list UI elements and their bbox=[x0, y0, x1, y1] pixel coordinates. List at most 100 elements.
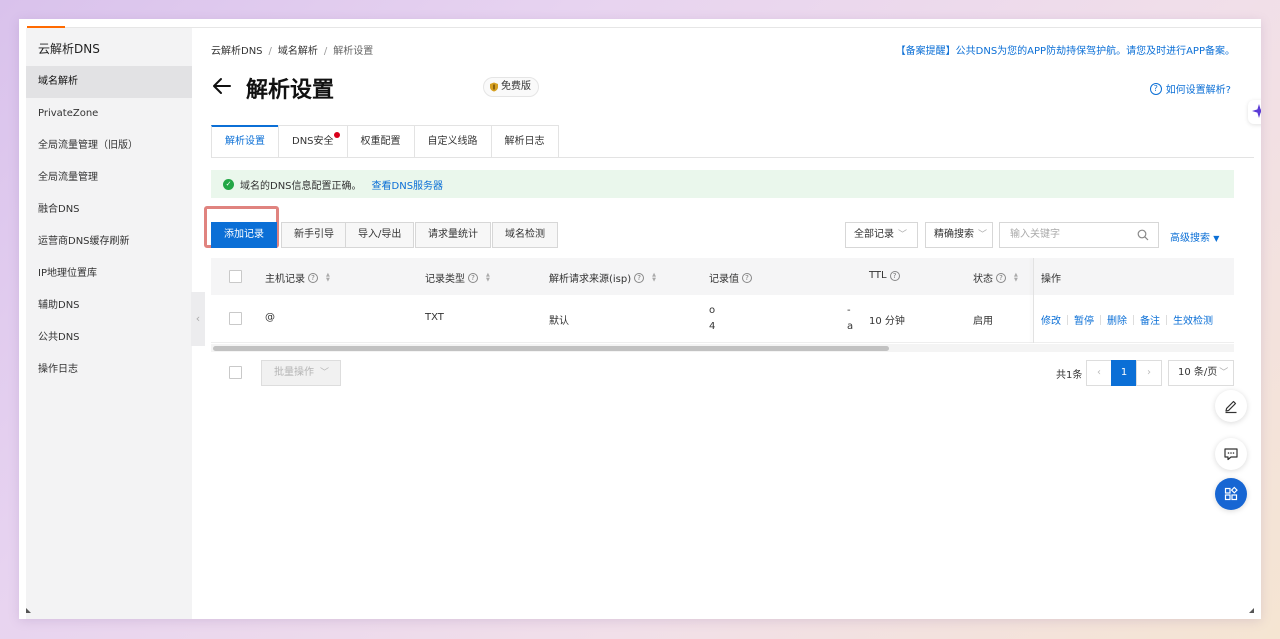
delete-record-link[interactable]: 删除 bbox=[1107, 312, 1127, 327]
sidebar-item-gtm-legacy[interactable]: 全局流量管理（旧版） bbox=[26, 130, 192, 162]
status-cell: 启用 bbox=[973, 316, 993, 327]
sidebar-item-gtm[interactable]: 全局流量管理 bbox=[26, 162, 192, 194]
sort-icon[interactable]: ▲ ▼ bbox=[486, 272, 490, 283]
sidebar-item-secondary-dns[interactable]: 辅助DNS bbox=[26, 290, 192, 322]
sidebar-item-isp-cache-refresh[interactable]: 运营商DNS缓存刷新 bbox=[26, 226, 192, 258]
value-cell: o 4 - a bbox=[709, 302, 855, 338]
advanced-search-label: 高级搜索 bbox=[1170, 233, 1210, 244]
table-header: 主机记录 ? ▲ ▼ 记录类型 ? ▲ ▼ 解析请求来源(isp) ? ▲ ▼ 记录值… bbox=[211, 258, 1234, 295]
page-title: 解析设置 bbox=[246, 78, 335, 103]
next-page-button[interactable]: › bbox=[1136, 360, 1162, 386]
chevron-down-icon: ﹀ bbox=[320, 368, 330, 378]
import-export-button[interactable]: 导入/导出 bbox=[345, 222, 415, 248]
value-fragment: - bbox=[847, 305, 851, 316]
total-count: 共1条 bbox=[1056, 370, 1083, 381]
action-separator bbox=[1100, 314, 1101, 325]
tab-resolution-settings[interactable]: 解析设置 bbox=[211, 125, 279, 157]
page-size-value: 10 条/页 bbox=[1178, 367, 1218, 378]
effect-check-link[interactable]: 生效检测 bbox=[1173, 312, 1213, 327]
breadcrumb-separator: / bbox=[268, 46, 272, 57]
edition-badge-label: 免费版 bbox=[501, 81, 531, 92]
horizontal-scrollbar[interactable] bbox=[211, 344, 1234, 352]
sidebar-item-operation-log[interactable]: 操作日志 bbox=[26, 354, 192, 386]
edit-record-link[interactable]: 修改 bbox=[1041, 312, 1061, 327]
column-header-host: 主机记录 ? ▲ ▼ bbox=[265, 270, 330, 285]
table-row: @ TXT 默认 o 4 - a 10 分钟 启用 修改 暂停 删除 备注 生效… bbox=[211, 295, 1234, 343]
question-circle-icon[interactable]: ? bbox=[308, 272, 318, 283]
question-circle-icon[interactable]: ? bbox=[996, 272, 1006, 283]
sidebar-item-public-dns[interactable]: 公共DNS bbox=[26, 322, 192, 354]
sidebar-item-ip-geo-db[interactable]: IP地理位置库 bbox=[26, 258, 192, 290]
product-title: 云解析DNS bbox=[38, 42, 100, 56]
apps-button[interactable] bbox=[1215, 478, 1247, 510]
value-fragment: a bbox=[847, 321, 854, 332]
column-header-label: TTL bbox=[869, 270, 887, 281]
breadcrumb: 云解析DNS / 域名解析 / 解析设置 bbox=[211, 42, 373, 57]
search-mode-value: 精确搜索 bbox=[934, 229, 974, 240]
breadcrumb-item-domain[interactable]: 域名解析 bbox=[278, 46, 318, 57]
sort-icon[interactable]: ▲ ▼ bbox=[1014, 272, 1018, 283]
question-circle-icon[interactable]: ? bbox=[468, 272, 478, 283]
sidebar-item-fusion-dns[interactable]: 融合DNS bbox=[26, 194, 192, 226]
tab-custom-lines[interactable]: 自定义线路 bbox=[413, 125, 492, 157]
success-alert: ✓ 域名的DNS信息配置正确。 查看DNS服务器 bbox=[211, 170, 1234, 198]
batch-action-select[interactable]: 批量操作 ﹀ bbox=[261, 360, 341, 386]
column-header-label: 记录值 bbox=[709, 274, 739, 285]
scrollbar-thumb[interactable] bbox=[213, 346, 889, 351]
question-circle-icon[interactable]: ? bbox=[742, 272, 752, 283]
column-header-isp: 解析请求来源(isp) ? ▲ ▼ bbox=[549, 270, 656, 285]
advanced-search-toggle[interactable]: 高级搜索 ▼ bbox=[1170, 229, 1219, 244]
search-placeholder: 输入关键字 bbox=[1010, 229, 1060, 240]
column-header-ttl: TTL ? bbox=[869, 270, 900, 281]
footer-select-all-checkbox[interactable] bbox=[229, 366, 242, 379]
tab-dns-security[interactable]: DNS安全 bbox=[278, 125, 348, 157]
tab-resolution-log[interactable]: 解析日志 bbox=[490, 125, 559, 157]
actions-cell: 修改 暂停 删除 备注 生效检测 bbox=[1041, 312, 1213, 327]
feedback-edit-button[interactable] bbox=[1215, 390, 1247, 422]
record-filter-select[interactable]: 全部记录 ﹀ bbox=[845, 222, 918, 248]
sort-icon[interactable]: ▲ ▼ bbox=[326, 272, 330, 283]
value-fragment: o bbox=[709, 305, 716, 316]
select-all-checkbox[interactable] bbox=[229, 270, 242, 283]
record-filter-value: 全部记录 bbox=[854, 229, 894, 240]
page-number-button[interactable]: 1 bbox=[1111, 360, 1137, 386]
sort-icon[interactable]: ▲ ▼ bbox=[652, 272, 656, 283]
add-record-button[interactable]: 添加记录 bbox=[211, 222, 277, 248]
back-arrow-icon[interactable] bbox=[210, 74, 234, 98]
sidebar-item-privatezone[interactable]: PrivateZone bbox=[26, 98, 192, 130]
guide-button[interactable]: 新手引导 bbox=[281, 222, 347, 248]
prev-page-button[interactable]: ‹ bbox=[1086, 360, 1112, 386]
action-separator bbox=[1133, 314, 1134, 325]
console-window: 云解析DNS 域名解析 PrivateZone 全局流量管理（旧版） 全局流量管… bbox=[19, 19, 1261, 619]
action-separator bbox=[1067, 314, 1068, 325]
chevron-down-icon: ﹀ bbox=[978, 230, 988, 240]
chat-button[interactable] bbox=[1215, 438, 1247, 470]
sidebar: 云解析DNS 域名解析 PrivateZone 全局流量管理（旧版） 全局流量管… bbox=[26, 28, 192, 619]
tab-weight-config[interactable]: 权重配置 bbox=[346, 125, 415, 157]
value-fragment: 4 bbox=[709, 321, 716, 332]
edition-badge: 免费版 bbox=[483, 77, 539, 97]
search-mode-select[interactable]: 精确搜索 ﹀ bbox=[925, 222, 993, 248]
column-header-label: 记录类型 bbox=[425, 274, 465, 285]
apps-icon bbox=[1224, 486, 1238, 501]
view-dns-servers-link[interactable]: 查看DNS服务器 bbox=[372, 177, 444, 192]
breadcrumb-item-current: 解析设置 bbox=[333, 46, 374, 57]
note-record-link[interactable]: 备注 bbox=[1140, 312, 1160, 327]
help-link[interactable]: ? 如何设置解析? bbox=[1149, 81, 1231, 96]
actions-column-divider bbox=[1033, 258, 1034, 343]
breadcrumb-item-dns[interactable]: 云解析DNS bbox=[211, 46, 263, 57]
sidebar-item-domain-resolution[interactable]: 域名解析 bbox=[26, 66, 192, 98]
row-checkbox[interactable] bbox=[229, 312, 242, 325]
column-header-label: 主机记录 bbox=[265, 274, 305, 285]
ai-assistant-button[interactable] bbox=[1248, 100, 1261, 124]
question-circle-icon[interactable]: ? bbox=[634, 272, 645, 283]
page-size-select[interactable]: 10 条/页 ﹀ bbox=[1168, 360, 1234, 386]
keyword-search-input[interactable]: 输入关键字 bbox=[999, 222, 1159, 248]
shield-icon bbox=[490, 82, 498, 92]
question-circle-icon[interactable]: ? bbox=[889, 270, 900, 281]
domain-check-button[interactable]: 域名检测 bbox=[492, 222, 558, 248]
filing-notice-link[interactable]: 【备案提醒】公共DNS为您的APP防劫持保驾护航。请您及时进行APP备案。 bbox=[896, 42, 1235, 57]
pause-record-link[interactable]: 暂停 bbox=[1074, 312, 1094, 327]
search-icon[interactable] bbox=[1137, 229, 1149, 241]
request-stats-button[interactable]: 请求量统计 bbox=[415, 222, 491, 248]
